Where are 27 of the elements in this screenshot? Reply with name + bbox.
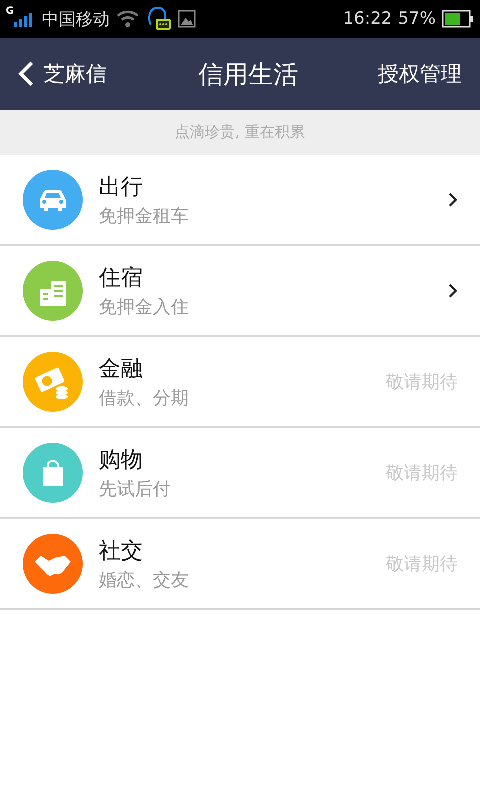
service-item[interactable]: 出行 免押金租车: [0, 155, 480, 246]
item-title: 住宿: [99, 264, 144, 292]
page-title: 信用生活: [198, 58, 298, 90]
clock-time: 16:22: [343, 9, 392, 29]
item-subtitle: 婚恋、交友: [99, 568, 190, 592]
slogan-text: 点滴珍贵, 重在积累: [175, 123, 305, 142]
carrier-name: 中国移动: [42, 8, 110, 30]
wifi-icon: [116, 10, 140, 28]
battery-icon: [442, 10, 474, 28]
authorization-button[interactable]: 授权管理: [378, 60, 462, 88]
item-subtitle: 先试后付: [99, 478, 172, 500]
chevron-right-icon: [448, 282, 458, 298]
item-title: 金融: [99, 356, 144, 384]
back-button[interactable]: 芝麻信: [18, 60, 107, 88]
item-title: 出行: [99, 174, 144, 202]
item-title: 购物: [99, 446, 144, 474]
item-subtitle: 免押金租车: [99, 204, 190, 228]
item-subtitle: 免押金入住: [99, 296, 190, 318]
chevron-right-icon: [448, 192, 458, 208]
chat-icon: [146, 5, 172, 33]
network-type: G: [6, 6, 14, 17]
back-chevron-icon: [18, 61, 34, 87]
battery-percent: 57%: [398, 9, 436, 29]
service-item[interactable]: 住宿 免押金入住: [0, 246, 480, 337]
image-icon: [178, 10, 196, 28]
item-subtitle: 借款、分期: [99, 386, 190, 410]
item-title: 社交: [99, 538, 144, 566]
